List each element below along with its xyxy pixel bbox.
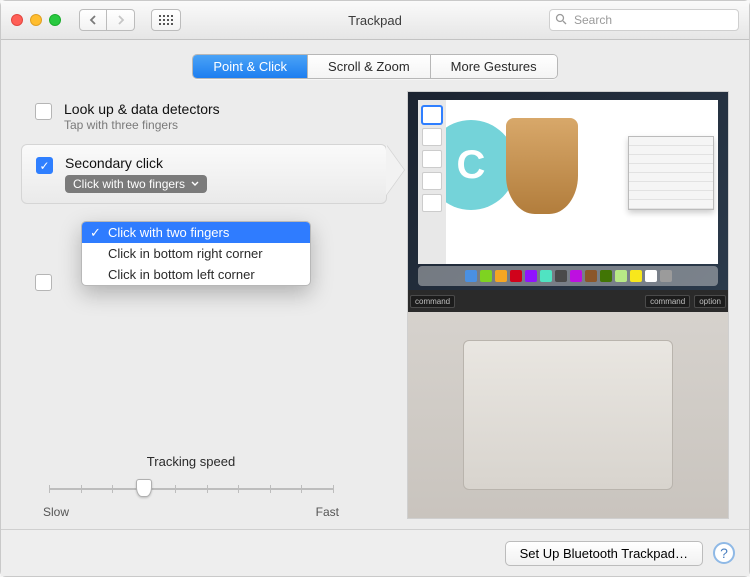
window-controls xyxy=(11,14,61,26)
key-command-left: command xyxy=(410,295,455,308)
trackpad-preview: C command command option xyxy=(407,91,729,519)
key-command-right: command xyxy=(645,295,690,308)
preview-app-window: C xyxy=(418,100,718,264)
slider-tick xyxy=(301,485,302,493)
dock-icon xyxy=(540,270,552,282)
dock-icon xyxy=(495,270,507,282)
chevron-left-icon xyxy=(89,15,97,25)
zoom-icon[interactable] xyxy=(49,14,61,26)
dock-icon xyxy=(645,270,657,282)
slider-tick xyxy=(238,485,239,493)
menu-item-two-fingers[interactable]: Click with two fingers xyxy=(82,222,310,243)
option-subtitle: Tap with three fingers xyxy=(64,118,220,132)
dock-icon xyxy=(465,270,477,282)
slider-tick xyxy=(81,485,82,493)
secondary-click-popup[interactable]: Click with two fingers xyxy=(65,175,207,193)
preview-keyboard-row: command command option xyxy=(408,290,728,312)
dock-icon xyxy=(570,270,582,282)
preview-document: C xyxy=(446,100,718,264)
preview-graphic-chair xyxy=(506,118,578,214)
setup-bluetooth-button[interactable]: Set Up Bluetooth Trackpad… xyxy=(505,541,703,566)
search-wrap xyxy=(549,9,739,31)
dock-icon xyxy=(510,270,522,282)
slider-track xyxy=(49,488,333,490)
forward-button[interactable] xyxy=(107,9,135,31)
option-secondary-text: Secondary click Click with two fingers xyxy=(65,155,207,193)
key-option: option xyxy=(694,295,726,308)
slider-min-label: Slow xyxy=(43,505,69,519)
dock-icon xyxy=(525,270,537,282)
slider-tick xyxy=(207,485,208,493)
back-button[interactable] xyxy=(79,9,107,31)
slider-tick xyxy=(49,485,50,493)
tabs: Point & Click Scroll & Zoom More Gesture… xyxy=(192,54,557,79)
option-title: Look up & data detectors xyxy=(64,101,220,117)
main-area: Look up & data detectors Tap with three … xyxy=(1,87,749,529)
tracking-speed-section: Tracking speed Slow Fast xyxy=(21,454,361,519)
slider-tick xyxy=(112,485,113,493)
titlebar: Trackpad xyxy=(1,1,749,40)
minimize-icon[interactable] xyxy=(30,14,42,26)
secondary-click-menu[interactable]: Click with two fingers Click in bottom r… xyxy=(81,221,311,286)
preview-trackpad-body xyxy=(408,312,728,518)
dock-icon xyxy=(555,270,567,282)
tracking-speed-label: Tracking speed xyxy=(21,454,361,469)
menu-item-bottom-right[interactable]: Click in bottom right corner xyxy=(82,243,310,264)
option-lookup[interactable]: Look up & data detectors Tap with three … xyxy=(21,91,387,142)
dock-icon xyxy=(585,270,597,282)
preview-context-menu xyxy=(628,136,714,210)
option-title: Secondary click xyxy=(65,155,207,171)
popup-label: Click with two fingers xyxy=(73,177,185,191)
tab-point-and-click[interactable]: Point & Click xyxy=(193,55,307,78)
slider-tick xyxy=(175,485,176,493)
preferences-window: Trackpad Point & Click Scroll & Zoom Mor… xyxy=(0,0,750,577)
slider-thumb[interactable] xyxy=(136,479,152,497)
checkbox-secondary[interactable] xyxy=(36,157,53,174)
tracking-speed-slider[interactable] xyxy=(49,479,333,499)
help-button[interactable]: ? xyxy=(713,542,735,564)
option-secondary-click[interactable]: Secondary click Click with two fingers xyxy=(21,144,387,204)
dock-icon xyxy=(660,270,672,282)
preview-screen: C xyxy=(408,92,728,290)
slider-tick xyxy=(333,485,334,493)
tabs-row: Point & Click Scroll & Zoom More Gesture… xyxy=(1,40,749,87)
grid-icon xyxy=(159,15,174,26)
checkbox-lookup[interactable] xyxy=(35,103,52,120)
preview-sidebar xyxy=(418,100,446,264)
slider-tick xyxy=(270,485,271,493)
tab-scroll-and-zoom[interactable]: Scroll & Zoom xyxy=(307,55,430,78)
preview-column: C command command option xyxy=(407,91,729,519)
options-column: Look up & data detectors Tap with three … xyxy=(21,91,387,519)
dock-icon xyxy=(615,270,627,282)
footer: Set Up Bluetooth Trackpad… ? xyxy=(1,529,749,576)
chevron-right-icon xyxy=(117,15,125,25)
search-input[interactable] xyxy=(549,9,739,31)
option-lookup-text: Look up & data detectors Tap with three … xyxy=(64,101,220,132)
nav-buttons xyxy=(79,9,135,31)
dock-icon xyxy=(630,270,642,282)
close-icon[interactable] xyxy=(11,14,23,26)
menu-item-bottom-left[interactable]: Click in bottom left corner xyxy=(82,264,310,285)
preview-trackpad-surface xyxy=(463,340,673,490)
preview-dock xyxy=(418,266,718,286)
dock-icon xyxy=(600,270,612,282)
slider-labels: Slow Fast xyxy=(43,505,339,519)
tab-more-gestures[interactable]: More Gestures xyxy=(430,55,557,78)
slider-max-label: Fast xyxy=(316,505,339,519)
search-icon xyxy=(555,13,567,28)
checkbox-third[interactable] xyxy=(35,274,52,291)
dock-icon xyxy=(480,270,492,282)
show-all-button[interactable] xyxy=(151,9,181,31)
chevron-down-icon xyxy=(191,179,199,190)
